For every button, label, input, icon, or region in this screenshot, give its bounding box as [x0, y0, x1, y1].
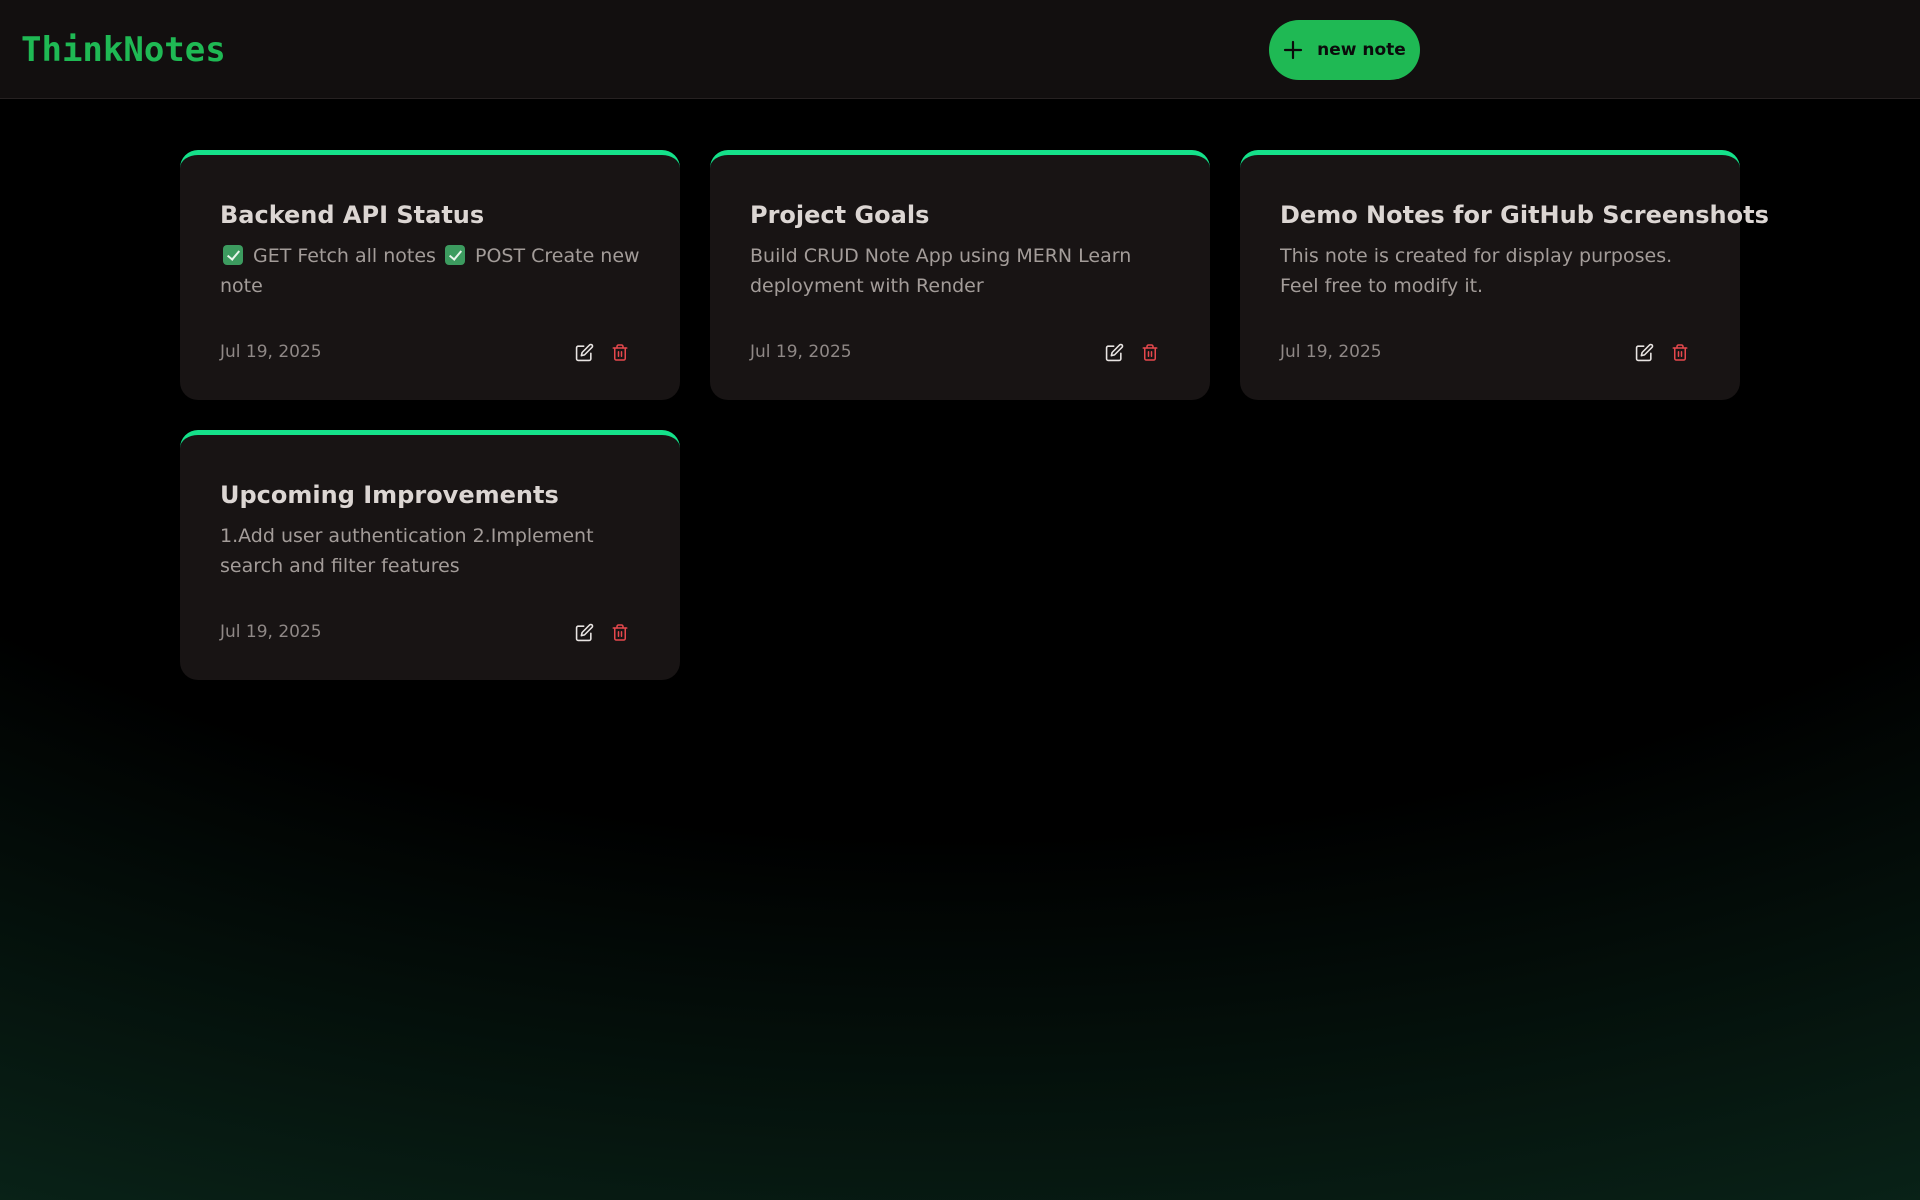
- navbar: ThinkNotes new note: [0, 0, 1920, 99]
- note-content: Build CRUD Note App using MERN Learn dep…: [750, 245, 1132, 297]
- note-title: Project Goals: [750, 201, 930, 229]
- new-note-button[interactable]: new note: [1269, 20, 1420, 80]
- note-footer: Jul 19, 2025: [220, 339, 640, 365]
- plus-icon: [1283, 40, 1303, 60]
- note-date: Jul 19, 2025: [220, 342, 322, 362]
- note-content: This note is created for display purpose…: [1280, 245, 1673, 297]
- app-logo[interactable]: ThinkNotes: [21, 28, 226, 72]
- note-actions: [574, 342, 630, 362]
- note-content: GET Fetch all notes POST Create new note: [220, 241, 640, 301]
- note-title: Upcoming Improvements: [220, 481, 559, 509]
- edit-icon[interactable]: [574, 622, 594, 642]
- note-title: Demo Notes for GitHub Screenshots: [1280, 201, 1769, 229]
- edit-icon[interactable]: [1104, 342, 1124, 362]
- note-date: Jul 19, 2025: [220, 622, 322, 642]
- note-date: Jul 19, 2025: [1280, 342, 1382, 362]
- note-footer: Jul 19, 2025: [220, 619, 640, 645]
- check-box-icon: [223, 245, 243, 265]
- note-card[interactable]: Upcoming Improvements 1.Add user authent…: [180, 430, 680, 680]
- trash-icon[interactable]: [1670, 342, 1690, 362]
- new-note-label: new note: [1317, 40, 1406, 60]
- trash-icon[interactable]: [610, 622, 630, 642]
- note-content-part: GET Fetch all notes: [253, 245, 436, 267]
- note-actions: [574, 622, 630, 642]
- note-date: Jul 19, 2025: [750, 342, 852, 362]
- check-box-icon: [444, 245, 465, 265]
- edit-icon[interactable]: [574, 342, 594, 362]
- note-content: 1.Add user authentication 2.Implement se…: [220, 525, 594, 577]
- note-footer: Jul 19, 2025: [750, 339, 1170, 365]
- note-title: Backend API Status: [220, 201, 485, 229]
- trash-icon[interactable]: [610, 342, 630, 362]
- trash-icon[interactable]: [1140, 342, 1160, 362]
- edit-icon[interactable]: [1634, 342, 1654, 362]
- note-footer: Jul 19, 2025: [1280, 339, 1700, 365]
- note-card[interactable]: Backend API Status GET Fetch all notes P…: [180, 150, 680, 400]
- note-card[interactable]: Demo Notes for GitHub Screenshots This n…: [1240, 150, 1769, 400]
- note-actions: [1104, 342, 1160, 362]
- note-card[interactable]: Project Goals Build CRUD Note App using …: [710, 150, 1210, 400]
- note-actions: [1634, 342, 1690, 362]
